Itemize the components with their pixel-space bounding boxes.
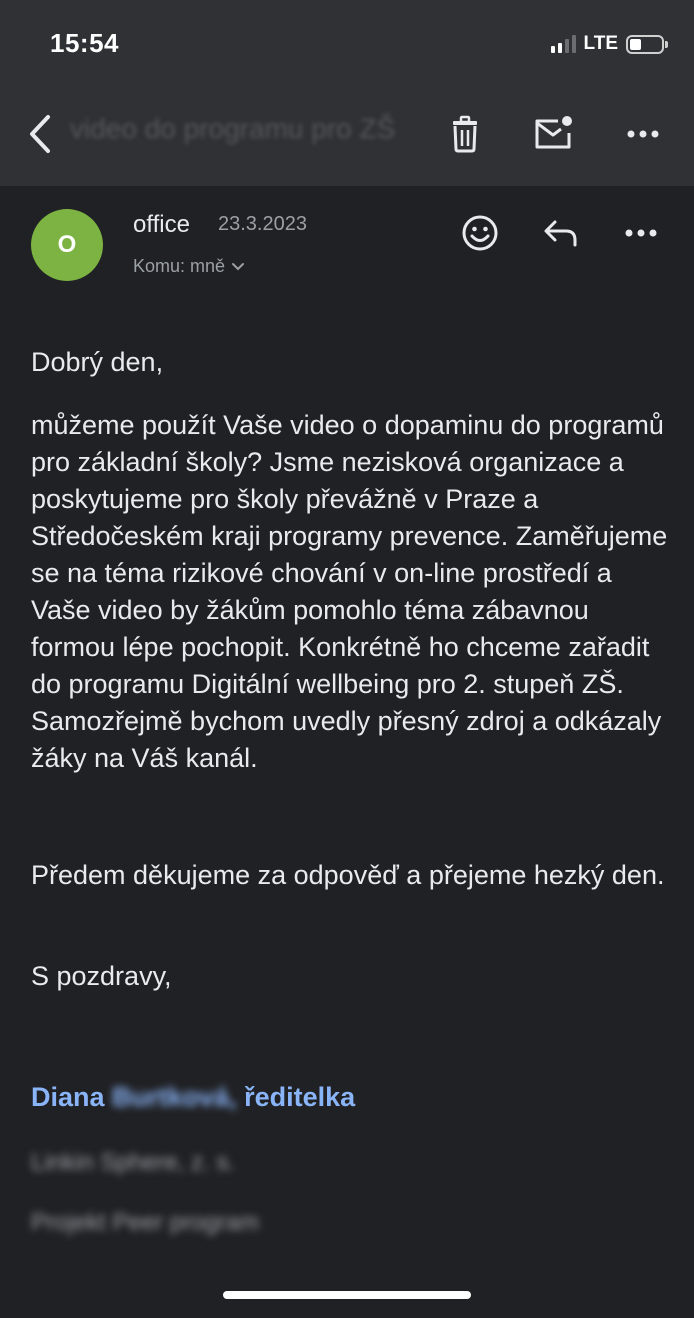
- signature-project: Projekt Peer program: [31, 1209, 260, 1236]
- battery-level: [630, 38, 641, 50]
- back-icon: [30, 115, 50, 153]
- network-label: LTE: [583, 33, 618, 54]
- sender-name[interactable]: office: [133, 211, 190, 239]
- signature-organization: Linkin Sphere, z. s.: [31, 1149, 236, 1176]
- signature-surname: Burtková,: [112, 1082, 237, 1112]
- sender-avatar[interactable]: O: [31, 209, 103, 281]
- signature-role: ředitelka: [244, 1082, 356, 1112]
- emoji-icon: [462, 215, 498, 251]
- mark-unread-icon: [535, 116, 572, 149]
- delete-button[interactable]: [442, 111, 488, 157]
- signal-icon: [550, 35, 576, 53]
- status-indicators: LTE: [550, 32, 668, 56]
- back-button[interactable]: [22, 109, 62, 159]
- more-icon: [627, 130, 659, 138]
- top-bar: 15:54 LTE video do programu pro ZŠ: [0, 0, 694, 186]
- signature-name[interactable]: Diana Burtková, ředitelka: [31, 1082, 355, 1113]
- message-more-button[interactable]: [620, 212, 662, 254]
- home-indicator[interactable]: [223, 1291, 471, 1299]
- reply-button[interactable]: [540, 212, 582, 254]
- signature-first-name: Diana: [31, 1082, 105, 1112]
- recipient-details-toggle[interactable]: Komu: mně: [133, 256, 245, 277]
- battery-icon: [626, 34, 668, 54]
- message-toolbar: video do programu pro ZŠ: [0, 95, 694, 175]
- recipient-label: Komu: mně: [133, 256, 226, 276]
- status-time: 15:54: [50, 28, 119, 58]
- chevron-down-icon: [232, 262, 245, 270]
- more-options-button[interactable]: [620, 111, 666, 157]
- message-closing: Předem děkujeme za odpověď a přejeme hez…: [31, 860, 665, 890]
- mark-unread-button[interactable]: [530, 111, 576, 157]
- message-date: 23.3.2023: [218, 213, 307, 235]
- message-body: můžeme použít Vaše video o dopaminu do p…: [31, 410, 668, 773]
- more-icon: [625, 229, 657, 237]
- message-regards: S pozdravy,: [31, 961, 172, 991]
- add-reaction-button[interactable]: [459, 212, 501, 254]
- message-greeting: Dobrý den,: [31, 347, 164, 377]
- trash-icon: [453, 115, 477, 153]
- reply-icon: [544, 220, 577, 247]
